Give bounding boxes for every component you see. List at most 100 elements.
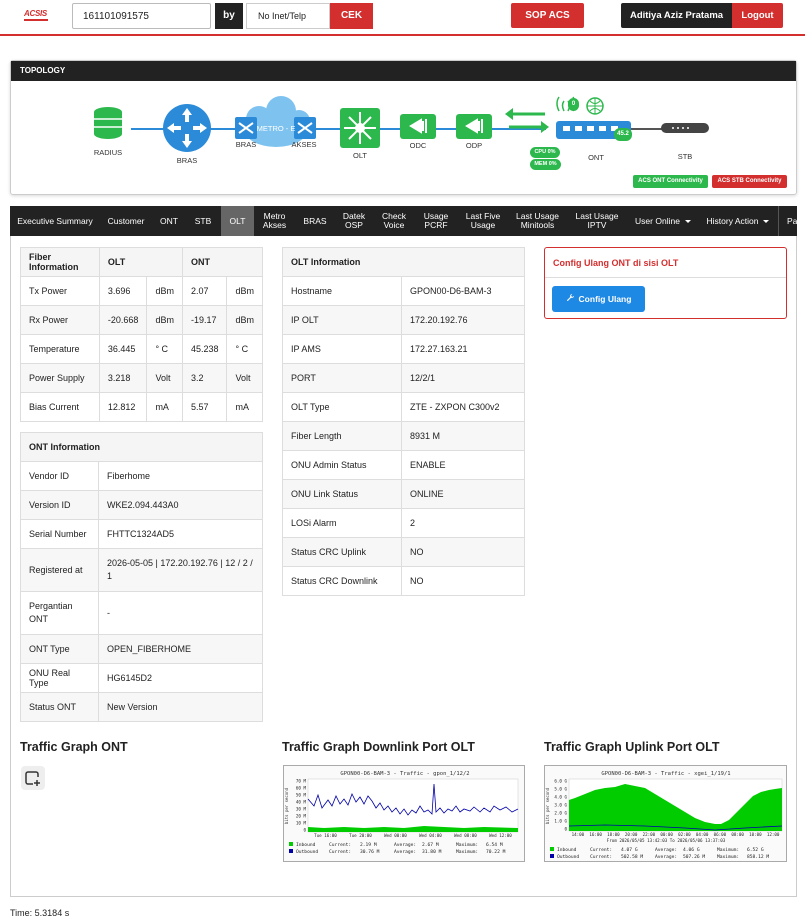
y-tick-label: 6.0 G bbox=[554, 779, 567, 784]
tab-usage-pcrf[interactable]: Usage PCRF bbox=[415, 206, 457, 236]
add-graph-icon[interactable] bbox=[21, 766, 45, 790]
x-tick-label: Wed 12:00 bbox=[489, 833, 512, 838]
legend-cell: Outbound bbox=[296, 849, 318, 855]
logout-button[interactable]: Logout bbox=[732, 3, 783, 28]
uplink-legend: Inbound Current: 4.07 G Average: 4.06 G Maxim… bbox=[557, 847, 769, 860]
olt-info-value: 172.27.163.21 bbox=[401, 334, 525, 364]
topology-title: TOPOLOGY bbox=[11, 61, 796, 81]
tab-last-usage-iptv[interactable]: Last Usage IPTV bbox=[566, 206, 628, 236]
olt-info-header: OLT Information bbox=[282, 247, 525, 277]
olt-info-label: Hostname bbox=[282, 276, 402, 306]
legend-cell: Current: bbox=[329, 842, 351, 848]
legend-cell: 4.07 G bbox=[621, 847, 638, 853]
tab-history-action[interactable]: History Action bbox=[698, 206, 778, 236]
olt-value: 3.218 bbox=[98, 363, 148, 393]
x-tick-label: 08:00 bbox=[731, 832, 744, 837]
ont-unit: Volt bbox=[226, 363, 263, 393]
fiber-header: Fiber Information bbox=[20, 247, 100, 277]
olt-info-value: ONLINE bbox=[401, 479, 525, 509]
olt-info-value: ZTE - ZXPON C300v2 bbox=[401, 392, 525, 422]
traffic-graph-ont-title: Traffic Graph ONT bbox=[20, 740, 128, 754]
tab-executive-summary[interactable]: Executive Summary bbox=[10, 206, 100, 236]
chevron-down-icon bbox=[684, 219, 691, 223]
tab-ont[interactable]: ONT bbox=[152, 206, 186, 236]
ont-value: -19.17 bbox=[181, 305, 228, 335]
legend-cell: 858.12 M bbox=[747, 854, 769, 860]
downlink-traffic-graph[interactable]: GPON00-D6-BAM-3 - Traffic - gpon_1/12/2 … bbox=[283, 765, 525, 862]
olt-info-label: Fiber Length bbox=[282, 421, 402, 451]
olt-unit: Volt bbox=[146, 363, 183, 393]
bras-router-icon[interactable] bbox=[163, 104, 211, 152]
cek-button[interactable]: CEK bbox=[330, 3, 373, 29]
search-input[interactable] bbox=[72, 3, 211, 29]
ont-info-label: Pergantian ONT bbox=[20, 591, 99, 635]
olt-info-value: NO bbox=[401, 566, 525, 596]
tab-stb[interactable]: STB bbox=[186, 206, 220, 236]
y-tick-label: 60 M bbox=[296, 786, 307, 791]
tab-olt[interactable]: OLT bbox=[221, 206, 254, 236]
acs-ont-connectivity-badge[interactable]: ACS ONT Connectivity bbox=[633, 175, 708, 188]
sop-acs-button[interactable]: SOP ACS bbox=[511, 3, 584, 28]
fiber-olt-header: OLT bbox=[98, 247, 183, 277]
x-tick-label: 00:00 bbox=[660, 832, 673, 837]
fiber-label: Temperature bbox=[20, 334, 100, 364]
ont-info-label: Serial Number bbox=[20, 519, 99, 549]
tab-pa-s[interactable]: Pa S bbox=[778, 206, 797, 236]
user-name-button[interactable]: Aditiya Aziz Pratama bbox=[621, 3, 732, 28]
olt-info-label: IP OLT bbox=[282, 305, 402, 335]
legend-cell: Average: bbox=[655, 847, 677, 853]
uplink-chart-title: GPON00-D6-BAM-3 - Traffic - xgei_1/19/1 bbox=[601, 771, 730, 777]
ont-unit: mA bbox=[226, 392, 263, 422]
legend-cell: Maximum: bbox=[456, 842, 478, 848]
tab-customer[interactable]: Customer bbox=[100, 206, 152, 236]
olt-info-value: NO bbox=[401, 537, 525, 567]
odp-icon[interactable] bbox=[456, 114, 492, 139]
tab-datek-osp[interactable]: Datek OSP bbox=[335, 206, 373, 236]
olt-unit: dBm bbox=[146, 305, 183, 335]
olt-info-label: ONU Link Status bbox=[282, 479, 402, 509]
olt-value: -20.668 bbox=[98, 305, 148, 335]
olt-info-label: OLT Type bbox=[282, 392, 402, 422]
x-tick-label: 20:00 bbox=[625, 832, 638, 837]
tab-bras[interactable]: BRAS bbox=[295, 206, 335, 236]
legend-cell: Average: bbox=[655, 854, 677, 860]
stb-icon[interactable] bbox=[661, 123, 709, 133]
y-tick-label: 5.0 G bbox=[554, 787, 567, 792]
olt-info-label: Status CRC Uplink bbox=[282, 537, 402, 567]
tab-user-online[interactable]: User Online bbox=[628, 206, 698, 236]
odc-icon[interactable] bbox=[400, 114, 436, 139]
ont-value: 3.2 bbox=[181, 363, 228, 393]
y-tick-label: 0 bbox=[303, 828, 306, 833]
tab-last-usage-minitools[interactable]: Last Usage Minitools bbox=[509, 206, 566, 236]
legend-cell: 6.52 G bbox=[747, 847, 764, 853]
y-tick-label: 10 M bbox=[296, 821, 307, 826]
y-tick-label: 3.0 G bbox=[554, 803, 567, 808]
fiber-label: Power Supply bbox=[20, 363, 100, 393]
olt-information-table: OLT Information Hostname GPON00-D6-BAM-3 … bbox=[282, 247, 525, 596]
tab-check-voice[interactable]: Check Voice bbox=[373, 206, 415, 236]
radius-icon[interactable] bbox=[94, 107, 122, 139]
acs-stb-connectivity-badge[interactable]: ACS STB Connectivity bbox=[712, 175, 787, 188]
x-tick-label: 22:00 bbox=[643, 832, 656, 837]
uplink-traffic-graph[interactable]: GPON00-D6-BAM-3 - Traffic - xgei_1/19/1 … bbox=[544, 765, 787, 862]
wifi-count-badge: 0 bbox=[568, 98, 579, 111]
by-label: by bbox=[215, 3, 243, 29]
uplink-y-ticks: 6.0 G 5.0 G 4.0 G 3.0 G 2.0 G 1.0 G 0 bbox=[554, 779, 567, 832]
search-mode-select[interactable]: No Inet/Telp bbox=[246, 3, 330, 29]
tab-last-five-usage[interactable]: Last Five Usage bbox=[457, 206, 509, 236]
x-tick-label: 06:00 bbox=[714, 832, 727, 837]
app-logo[interactable]: ACSIS bbox=[24, 9, 47, 18]
olt-icon[interactable] bbox=[340, 108, 380, 148]
config-ulang-button[interactable]: Config Ulang bbox=[552, 286, 645, 312]
chevron-down-icon bbox=[763, 219, 770, 223]
tab-metro-akses[interactable]: Metro Akses bbox=[254, 206, 295, 236]
legend-cell: Maximum: bbox=[717, 847, 739, 853]
x-tick-label: 14:00 bbox=[572, 832, 585, 837]
legend-cell: Average: bbox=[394, 842, 416, 848]
fiber-label: Tx Power bbox=[20, 276, 100, 306]
olt-info-value: 12/2/1 bbox=[401, 363, 525, 393]
uplink-x-ticks: 14:00 16:00 18:00 20:00 22:00 00:00 02:00 04:00… bbox=[572, 832, 780, 837]
x-tick-label: Tue 20:00 bbox=[349, 833, 372, 838]
traffic-graph-uplink-title: Traffic Graph Uplink Port OLT bbox=[544, 740, 720, 754]
ont-info-value: OPEN_FIBERHOME bbox=[98, 634, 263, 664]
